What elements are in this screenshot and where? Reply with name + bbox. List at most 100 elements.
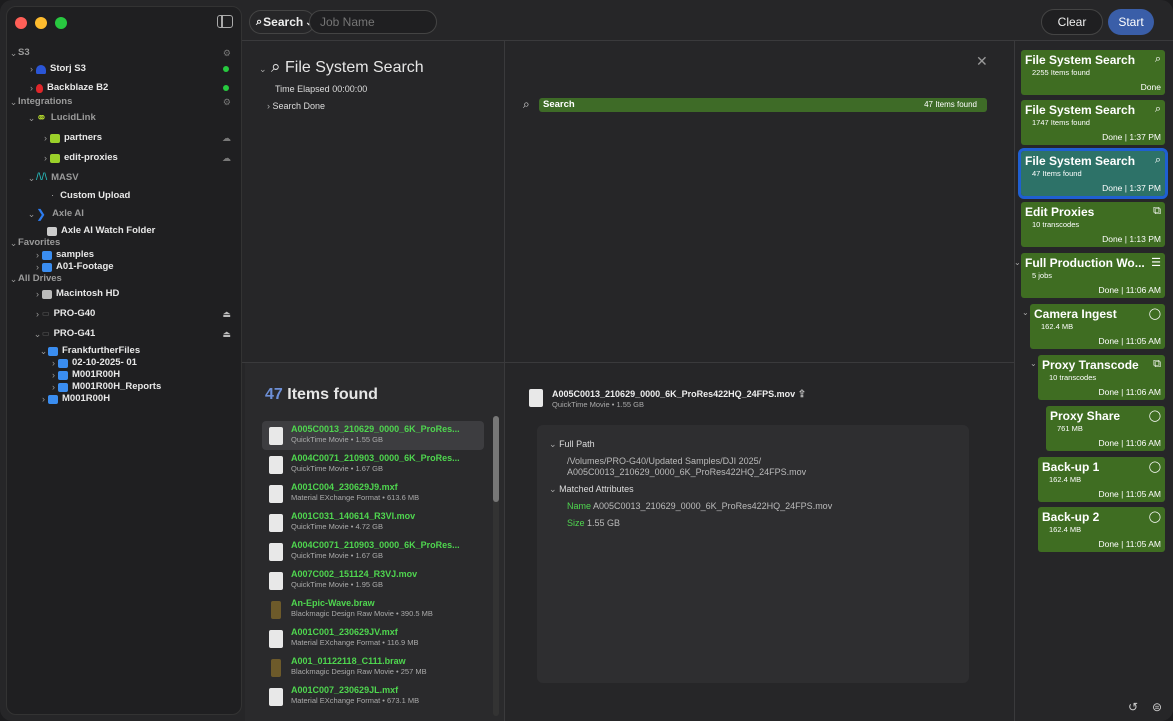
sidebar-item-pro-g40[interactable]: › ▭ PRO-G40 ⏏ <box>7 308 241 320</box>
close-icon[interactable]: ✕ <box>976 53 988 70</box>
backup-icon: ◯ <box>1148 511 1161 523</box>
job-card[interactable]: Proxy Share ◯ 761 MB Done | 11:06 AM <box>1046 406 1165 451</box>
list-item[interactable]: An-Epic-Wave.braw Blackmagic Design Raw M… <box>262 595 484 624</box>
detail-file-type: QuickTime Movie • 1.55 GB <box>552 400 644 409</box>
list-item[interactable]: A004C0071_210903_0000_6K_ProRes... QuickT… <box>262 450 484 479</box>
section-integrations[interactable]: ⌄ Integrations ⚙ <box>7 96 241 108</box>
minimize-window-button[interactable] <box>35 17 47 29</box>
sidebar-item-axle[interactable]: ⌄ ❯ Axle AI <box>7 208 241 220</box>
sidebar-item-pro-g41[interactable]: ⌄ ▭ PRO-G41 ⏏ <box>7 328 241 340</box>
chevron-right-icon: › <box>36 309 39 319</box>
backblaze-flame-icon <box>36 83 43 93</box>
document-icon <box>269 514 283 532</box>
sidebar-item-a01-footage[interactable]: › A01-Footage <box>7 261 241 273</box>
gear-icon[interactable]: ⚙ <box>223 96 231 108</box>
external-drive-icon: ▭ <box>42 329 50 338</box>
storj-icon <box>36 64 46 74</box>
job-card[interactable]: Full Production Wo... ☰ 5 jobs Done | 11:06… <box>1021 253 1165 298</box>
status-online-icon <box>223 66 229 72</box>
cloud-icon: ☁ <box>222 153 231 163</box>
full-path-toggle[interactable]: ⌄ Full Path <box>549 439 595 450</box>
list-item[interactable]: A001C001_230629JV.mxf Material EXchange F… <box>262 624 484 653</box>
list-item[interactable]: A004C0071_210903_0000_6K_ProRes... QuickT… <box>262 537 484 566</box>
list-item[interactable]: A001_01122118_C111.braw Blackmagic Design… <box>262 653 484 682</box>
sidebar-item-masv[interactable]: ⌄/\/\ MASV <box>7 172 241 184</box>
list-item[interactable]: A005C0013_210629_0000_6K_ProRes... QuickT… <box>262 421 484 450</box>
mode-dropdown[interactable]: ⌕Search⌄ <box>249 10 315 34</box>
job-card[interactable]: File System Search ⌕ 2255 Items found Done <box>1021 50 1165 95</box>
document-icon <box>269 485 283 503</box>
sidebar-item-lucidlink[interactable]: ⌄ ⚭ LucidLink <box>7 111 241 124</box>
sidebar-item-custom-upload[interactable]: · Custom Upload <box>7 190 241 202</box>
app-window: ⌄ S3 ⚙ › Storj S3 › Backblaze B2 ⌄ Integratio… <box>0 0 1173 721</box>
job-card[interactable]: Proxy Transcode ⧉ 10 transcodes Done | 11:0… <box>1038 355 1165 400</box>
section-favorites[interactable]: ⌄ Favorites <box>7 237 241 249</box>
clear-button[interactable]: Clear <box>1041 9 1103 35</box>
share-icon[interactable]: ⇪ <box>798 389 806 400</box>
job-card[interactable]: Edit Proxies ⧉ 10 transcodes Done | 1:13 PM <box>1021 202 1165 247</box>
job-card[interactable]: Camera Ingest ◯ 162.4 MB Done | 11:05 AM <box>1030 304 1165 349</box>
filter-icon[interactable]: ⊜ <box>1152 700 1162 714</box>
eject-icon[interactable]: ⏏ <box>222 308 231 320</box>
search-icon: ⌕ <box>256 15 263 28</box>
sidebar-item-backblaze[interactable]: › Backblaze B2 <box>7 82 241 94</box>
search-status[interactable]: › Search Done <box>267 101 325 111</box>
job-card[interactable]: Back-up 1 ◯ 162.4 MB Done | 11:05 AM <box>1038 457 1165 502</box>
results-scrollbar[interactable] <box>493 416 499 716</box>
list-item[interactable]: A007C002_151124_R3VJ.mov QuickTime Movie … <box>262 566 484 595</box>
document-icon <box>529 389 543 407</box>
chevron-right-icon: › <box>30 64 33 74</box>
matched-name: Name A005C0013_210629_0000_6K_ProRes422H… <box>567 501 833 511</box>
drive-icon <box>42 289 52 299</box>
sidebar-item-storj[interactable]: › Storj S3 <box>7 63 241 75</box>
sidebar-item-samples[interactable]: › samples <box>7 249 241 261</box>
chevron-right-icon: › <box>36 289 39 299</box>
sidebar-item-macintosh-hd[interactable]: › Macintosh HD <box>7 288 241 300</box>
chevron-down-icon[interactable]: ⌄ <box>1014 258 1021 267</box>
sidebar-item-edit-proxies[interactable]: › edit-proxies ☁ <box>7 152 241 164</box>
results-list[interactable]: A005C0013_210629_0000_6K_ProRes... QuickT… <box>262 421 484 721</box>
sidebar-item-axle-watch[interactable]: Axle AI Watch Folder <box>7 225 241 237</box>
search-progress-bar[interactable]: Search 47 Items found <box>539 98 987 112</box>
job-name-input[interactable] <box>309 10 437 34</box>
chevron-right-icon: › <box>52 370 55 380</box>
window-controls <box>15 17 67 29</box>
folder-icon <box>58 382 68 392</box>
search-progress-panel <box>506 41 1014 363</box>
gear-icon[interactable]: ⚙ <box>223 47 231 59</box>
chevron-right-icon: › <box>44 133 47 143</box>
job-card[interactable]: Back-up 2 ◯ 162.4 MB Done | 11:05 AM <box>1038 507 1165 552</box>
sidebar-item-folder-reports[interactable]: › M001R00H_Reports <box>7 381 241 393</box>
sidebar-item-folder-m001-b[interactable]: › M001R00H <box>7 393 241 405</box>
list-item[interactable]: A001C007_230629JL.mxf Material EXchange F… <box>262 682 484 711</box>
start-button[interactable]: Start <box>1108 9 1154 35</box>
search-icon: ⌕ <box>1154 154 1161 166</box>
scrollbar-thumb[interactable] <box>493 416 499 502</box>
job-card[interactable]: File System Search ⌕ 1747 Items found Done … <box>1021 100 1165 145</box>
share-icon: ◯ <box>1148 410 1161 422</box>
section-s3[interactable]: ⌄ S3 ⚙ <box>7 47 241 59</box>
sidebar-item-folder-m001[interactable]: › M001R00H <box>7 369 241 381</box>
chevron-down-icon: ⌄ <box>9 48 18 58</box>
status-online-icon <box>223 85 229 91</box>
matched-attributes-toggle[interactable]: ⌄ Matched Attributes <box>549 484 634 495</box>
sidebar-item-frankfurther[interactable]: ⌄ FrankfurtherFiles <box>7 345 241 357</box>
panel-title: ⌄ ⌕ File System Search <box>259 57 424 76</box>
sidebar-item-partners[interactable]: › partners ☁ <box>7 132 241 144</box>
folder-icon <box>42 250 52 260</box>
history-icon[interactable]: ↺ <box>1128 700 1138 714</box>
eject-icon[interactable]: ⏏ <box>222 328 231 340</box>
chevron-down-icon[interactable]: ⌄ <box>1030 359 1037 368</box>
sidebar-item-folder-date[interactable]: › 02-10-2025- 01 <box>7 357 241 369</box>
chevron-down-icon: ⌄ <box>27 209 36 219</box>
document-icon <box>269 456 283 474</box>
chevron-down-icon[interactable]: ⌄ <box>1022 308 1029 317</box>
section-all-drives[interactable]: ⌄ All Drives <box>7 273 241 285</box>
close-window-button[interactable] <box>15 17 27 29</box>
chevron-right-icon: › <box>30 83 33 93</box>
job-card-selected[interactable]: File System Search ⌕ 47 Items found Done | … <box>1018 148 1168 199</box>
list-item[interactable]: A001C004_230629J9.mxf Material EXchange F… <box>262 479 484 508</box>
list-item[interactable]: A001C031_140614_R3VI.mov QuickTime Movie … <box>262 508 484 537</box>
sidebar-toggle-icon[interactable] <box>217 15 233 28</box>
zoom-window-button[interactable] <box>55 17 67 29</box>
